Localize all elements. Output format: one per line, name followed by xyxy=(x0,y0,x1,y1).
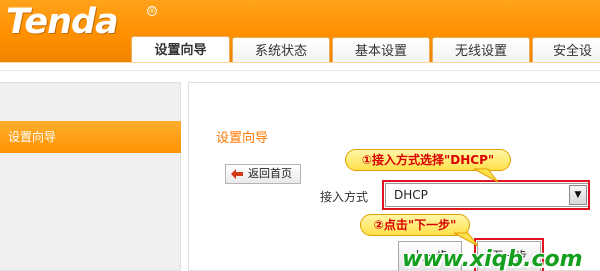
tab-security-settings[interactable]: 安全设 xyxy=(532,37,600,64)
tab-wireless-settings[interactable]: 无线设置 xyxy=(432,37,530,64)
tab-basic-settings[interactable]: 基本设置 xyxy=(332,37,430,64)
tab-system-status[interactable]: 系统状态 xyxy=(232,37,330,64)
site-watermark: www.xiqb.com xyxy=(402,247,583,271)
access-mode-label: 接入方式 xyxy=(320,190,369,204)
header-divider xyxy=(0,62,600,70)
sidebar: 设置向导 xyxy=(0,82,181,271)
highlight-select-box xyxy=(382,180,590,210)
back-home-label: 返回首页 xyxy=(248,167,292,180)
header-line xyxy=(0,70,600,71)
callout-step2-pointer xyxy=(453,232,479,247)
page-title: 设置向导 xyxy=(216,131,269,146)
sidebar-item-setup-wizard[interactable]: 设置向导 xyxy=(0,121,181,153)
registered-mark: ® xyxy=(147,6,157,16)
tenda-logo: Tenda xyxy=(6,2,119,42)
callout-step1-pointer xyxy=(473,168,499,183)
header-bar: Tenda ® 设置向导 系统状态 基本设置 无线设置 安全设 xyxy=(0,0,600,64)
back-home-button[interactable]: 返回首页 xyxy=(225,164,301,184)
tab-setup-wizard[interactable]: 设置向导 xyxy=(131,36,230,64)
back-arrow-icon xyxy=(230,168,244,180)
